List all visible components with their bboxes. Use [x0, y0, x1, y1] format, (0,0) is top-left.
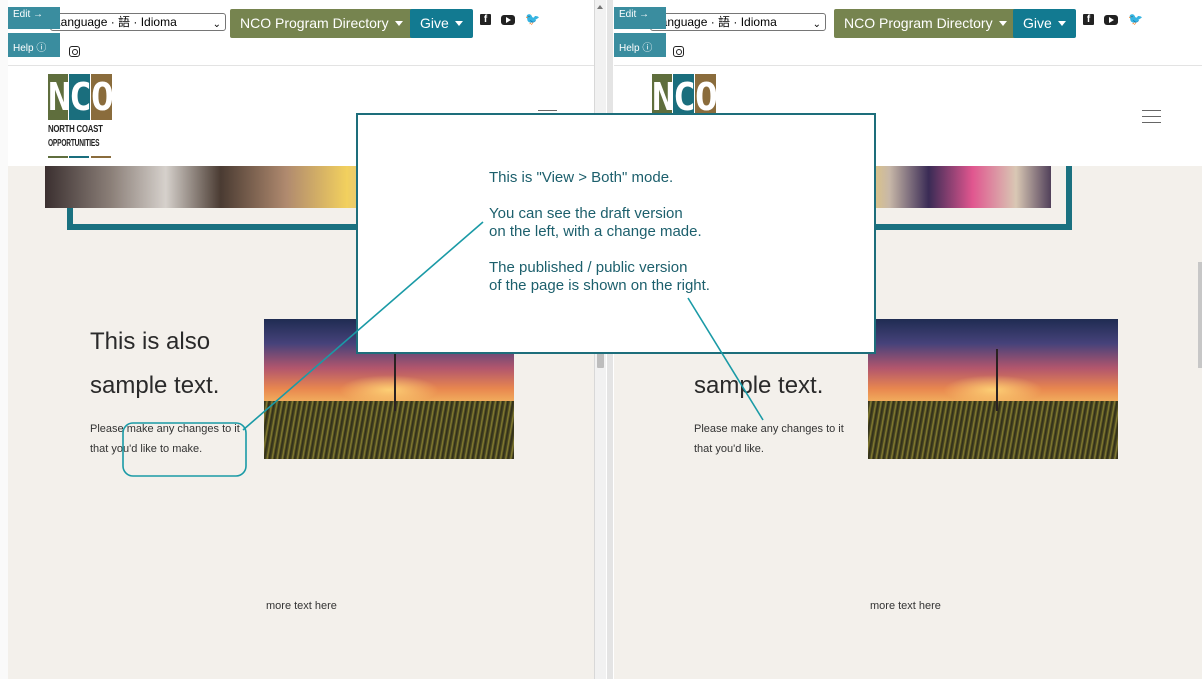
youtube-icon[interactable]	[501, 15, 515, 25]
twitter-icon[interactable]: 🐦	[1128, 12, 1143, 26]
chevron-down-icon: ⌄	[212, 19, 221, 30]
logo-line-1: NORTH COAST	[48, 124, 103, 135]
logo-letter-n: N	[48, 74, 68, 120]
left-gutter	[0, 0, 8, 679]
give-button[interactable]: Give	[410, 9, 473, 38]
program-directory-button[interactable]: NCO Program Directory	[230, 9, 413, 38]
logo-bar	[69, 156, 89, 158]
language-select[interactable]: Language · 語 · Idioma ⌄	[650, 13, 826, 31]
scroll-up-arrow-icon[interactable]	[597, 5, 603, 9]
program-directory-label: NCO Program Directory	[240, 15, 389, 31]
draft-body-text: Please make any changes to it that you'd…	[90, 423, 240, 455]
draft-top-bar: Language · 語 · Idioma ⌄ NCO Program Dire…	[8, 0, 594, 66]
callout-line-4: The published / public version	[489, 259, 688, 276]
published-scrollbar-thumb[interactable]	[1198, 262, 1202, 368]
facebook-icon[interactable]: f	[1083, 14, 1094, 25]
published-body-text: Please make any changes to it that you'd…	[694, 423, 844, 455]
caret-down-icon	[454, 21, 463, 26]
callout-line-2: You can see the draft version	[489, 205, 683, 222]
youtube-icon[interactable]	[1104, 15, 1118, 25]
facebook-icon[interactable]: f	[480, 14, 491, 25]
help-button[interactable]: Help ⓘ	[614, 33, 666, 57]
callout-line-3: on the left, with a change made.	[489, 223, 702, 240]
callout-line-5: of the page is shown on the right.	[489, 277, 710, 294]
logo-bar	[48, 156, 68, 158]
edit-button[interactable]: Edit →	[614, 7, 666, 29]
help-button[interactable]: Help ⓘ	[8, 33, 60, 57]
view-both-callout: This is "View > Both" mode. You can see …	[356, 113, 876, 354]
menu-icon[interactable]	[1142, 110, 1161, 124]
caret-down-icon	[1057, 21, 1066, 26]
landscape-image	[868, 319, 1118, 459]
published-more-text: more text here	[870, 600, 941, 612]
logo-line-2: OPPORTUNITIES	[48, 138, 100, 149]
logo-letter-o: O	[91, 74, 112, 120]
scrollbar-thumb[interactable]	[597, 353, 604, 368]
language-select-label: Language · 語 · Idioma	[654, 15, 777, 29]
caret-down-icon	[998, 21, 1007, 26]
chevron-down-icon: ⌄	[812, 19, 821, 30]
edit-button[interactable]: Edit →	[8, 7, 60, 29]
draft-heading-line-2: sample text.	[90, 372, 220, 399]
draft-more-text: more text here	[266, 600, 337, 612]
instagram-icon[interactable]	[69, 46, 80, 57]
nco-logo[interactable]: N C O NORTH COAST OPPORTUNITIES	[48, 74, 112, 160]
instagram-icon[interactable]	[673, 46, 684, 57]
language-select-label: Language · 語 · Idioma	[54, 15, 177, 29]
logo-letter-c: C	[69, 74, 90, 120]
callout-line-1: This is "View > Both" mode.	[489, 169, 674, 186]
give-label: Give	[1023, 15, 1052, 31]
language-select[interactable]: Language · 語 · Idioma ⌄	[50, 13, 226, 31]
draft-heading-line-1: This is also	[90, 328, 211, 355]
twitter-icon[interactable]: 🐦	[525, 12, 540, 26]
program-directory-label: NCO Program Directory	[844, 15, 993, 31]
published-heading-line-2: sample text.	[694, 372, 824, 399]
published-top-bar: Language · 語 · Idioma ⌄ NCO Program Dire…	[614, 0, 1202, 66]
give-label: Give	[420, 15, 449, 31]
give-button[interactable]: Give	[1013, 9, 1076, 38]
logo-bar	[91, 156, 111, 158]
caret-down-icon	[394, 21, 403, 26]
program-directory-button[interactable]: NCO Program Directory	[834, 9, 1017, 38]
